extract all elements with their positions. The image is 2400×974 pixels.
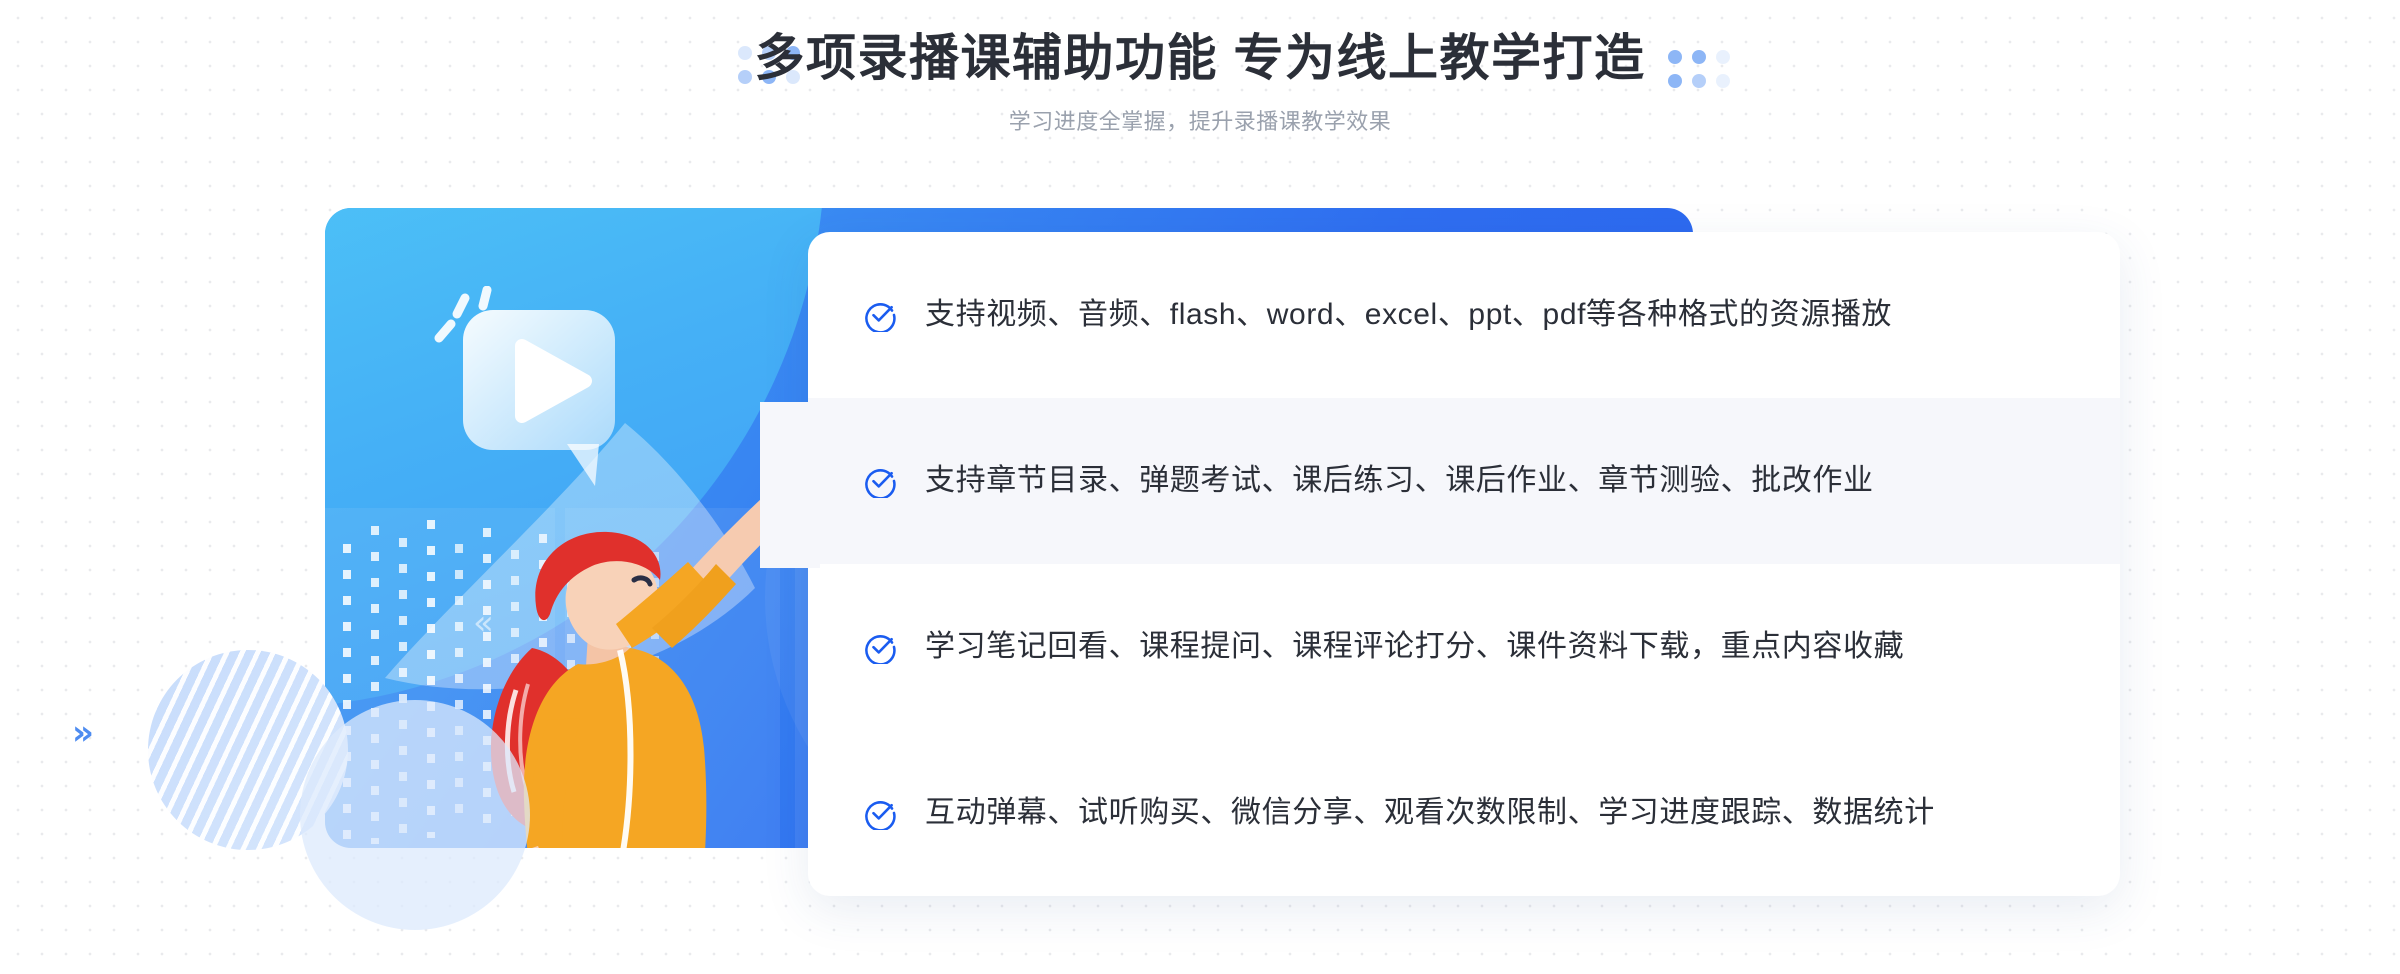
decorative-dot-cluster-right	[1668, 50, 1730, 88]
feature-row-interaction[interactable]: 互动弹幕、试听购买、微信分享、观看次数限制、学习进度跟踪、数据统计	[808, 730, 2120, 896]
feature-row-highlight-bleed	[760, 402, 820, 568]
feature-list: 支持视频、音频、flash、word、excel、ppt、pdf等各种格式的资源…	[808, 232, 2120, 896]
feature-text: 互动弹幕、试听购买、微信分享、观看次数限制、学习进度跟踪、数据统计	[925, 796, 1935, 829]
feature-row-formats[interactable]: 支持视频、音频、flash、word、excel、ppt、pdf等各种格式的资源…	[808, 232, 2120, 398]
page-subtitle: 学习进度全掌握，提升录播课教学效果	[1008, 109, 1392, 134]
decorative-pale-circle	[300, 700, 530, 930]
check-circle-icon	[865, 469, 896, 498]
check-circle-icon	[865, 303, 896, 332]
check-circle-icon	[865, 801, 896, 830]
feature-row-chapters[interactable]: 支持章节目录、弹题考试、课后练习、课后作业、章节测验、批改作业	[808, 398, 2120, 564]
feature-text: 支持章节目录、弹题考试、课后练习、课后作业、章节测验、批改作业	[925, 464, 1874, 497]
feature-card: 支持视频、音频、flash、word、excel、ppt、pdf等各种格式的资源…	[808, 232, 2120, 896]
check-circle-icon	[865, 635, 896, 664]
page-title: 多项录播课辅助功能 专为线上教学打造	[754, 30, 1646, 86]
decorative-double-chevron-icon: »	[72, 713, 94, 753]
feature-row-notes[interactable]: 学习笔记回看、课程提问、课程评论打分、课件资料下载，重点内容收藏	[808, 564, 2120, 730]
promo-banner: 多项录播课辅助功能 专为线上教学打造 学习进度全掌握，提升录播课教学效果 支持视…	[0, 0, 2400, 974]
feature-text: 学习笔记回看、课程提问、课程评论打分、课件资料下载，重点内容收藏	[925, 630, 1905, 663]
feature-text: 支持视频、音频、flash、word、excel、ppt、pdf等各种格式的资源…	[925, 298, 1893, 331]
header: 多项录播课辅助功能 专为线上教学打造 学习进度全掌握，提升录播课教学效果	[0, 0, 2400, 165]
